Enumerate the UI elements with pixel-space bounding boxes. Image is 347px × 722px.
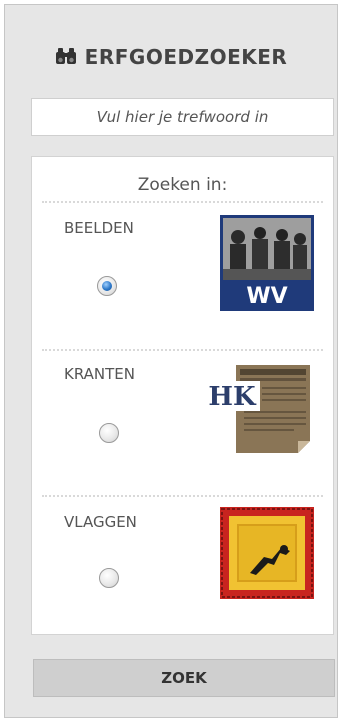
radio-kranten[interactable] xyxy=(99,423,119,443)
search-input[interactable] xyxy=(31,98,334,136)
option-label-vlaggen: VLAGGEN xyxy=(64,513,137,531)
option-label-kranten: KRANTEN xyxy=(64,365,135,383)
flag-thumbnail-icon xyxy=(220,507,314,599)
divider xyxy=(42,495,323,497)
thumb-text-hk: HK xyxy=(208,382,257,412)
option-label-beelden: BEELDEN xyxy=(64,219,134,237)
erfgoedzoeker-widget: ERFGOEDZOEKER Zoeken in: BEELDEN WV KRAN… xyxy=(4,4,338,718)
title-text: ERFGOEDZOEKER xyxy=(84,45,288,69)
search-options-panel: Zoeken in: BEELDEN WV KRANTEN HK VLAGGEN xyxy=(31,156,334,635)
radio-beelden[interactable] xyxy=(97,276,117,296)
widget-title: ERFGOEDZOEKER xyxy=(5,45,337,70)
divider xyxy=(42,201,323,203)
photo-archive-thumbnail-icon: WV xyxy=(220,215,314,311)
zoek-button[interactable]: ZOEK xyxy=(33,659,335,697)
thumb-text-wv: WV xyxy=(246,284,287,309)
radio-vlaggen[interactable] xyxy=(99,568,119,588)
newspaper-thumbnail-icon: HK xyxy=(204,365,310,453)
panel-heading: Zoeken in: xyxy=(137,175,228,195)
divider xyxy=(42,349,323,351)
binoculars-icon xyxy=(55,46,77,70)
